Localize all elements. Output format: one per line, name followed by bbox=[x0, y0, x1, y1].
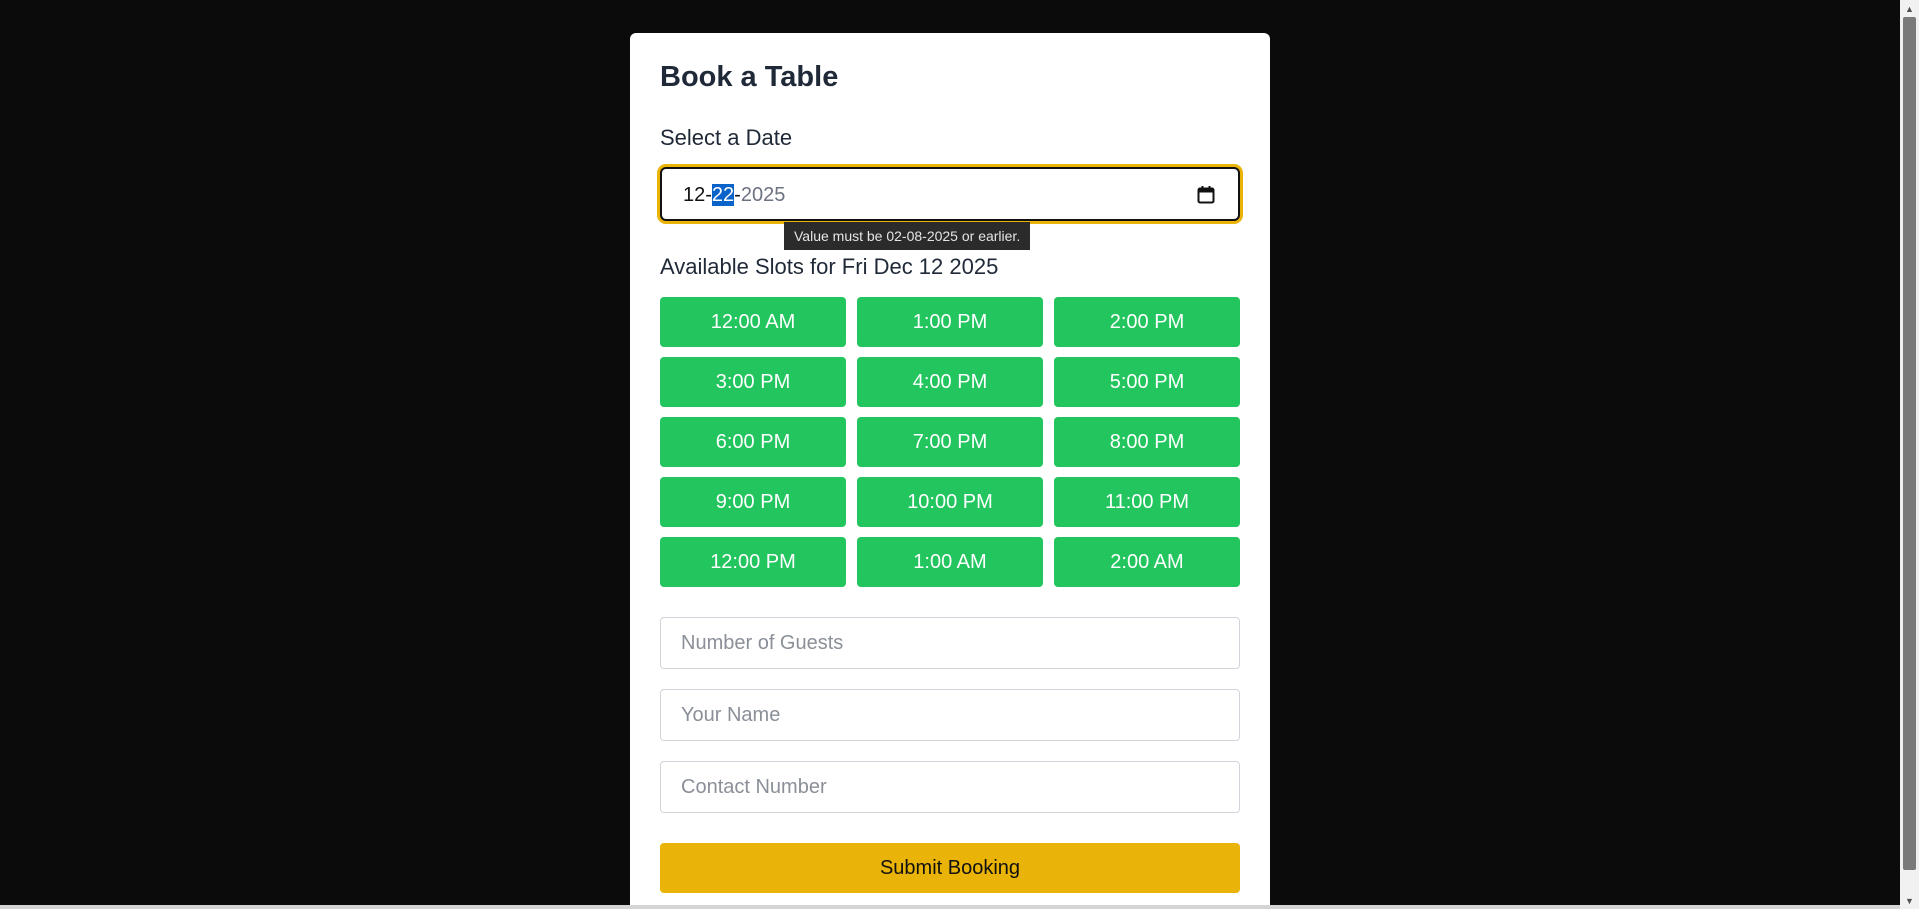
submit-booking-button[interactable]: Submit Booking bbox=[660, 843, 1240, 893]
vertical-scrollbar[interactable]: ▲ ▼ bbox=[1900, 0, 1919, 909]
date-label: Select a Date bbox=[660, 125, 793, 150]
date-separator: - bbox=[705, 184, 712, 206]
page-title: Book a Table bbox=[660, 61, 839, 93]
slots-heading: Available Slots for Fri Dec 12 2025 bbox=[660, 254, 999, 279]
time-slot-button[interactable]: 5:00 PM bbox=[1054, 357, 1240, 407]
time-slot-button[interactable]: 10:00 PM bbox=[857, 477, 1043, 527]
time-slot-button[interactable]: 2:00 PM bbox=[1054, 297, 1240, 347]
time-slot-button[interactable]: 2:00 AM bbox=[1054, 537, 1240, 587]
scroll-up-arrow-icon[interactable]: ▲ bbox=[1900, 0, 1919, 17]
time-slot-button[interactable]: 8:00 PM bbox=[1054, 417, 1240, 467]
time-slot-button[interactable]: 12:00 PM bbox=[660, 537, 846, 587]
date-value[interactable]: 12-22-2025 bbox=[683, 183, 785, 207]
time-slot-button[interactable]: 11:00 PM bbox=[1054, 477, 1240, 527]
booking-card: Book a Table Select a Date 12-22-2025 Va… bbox=[630, 33, 1270, 905]
calendar-icon[interactable] bbox=[1196, 185, 1216, 205]
time-slot-button[interactable]: 9:00 PM bbox=[660, 477, 846, 527]
time-slot-button[interactable]: 6:00 PM bbox=[660, 417, 846, 467]
validation-tooltip: Value must be 02-08-2025 or earlier. bbox=[784, 222, 1031, 250]
time-slot-button[interactable]: 1:00 AM bbox=[857, 537, 1043, 587]
date-month-segment[interactable]: 12 bbox=[683, 184, 705, 206]
date-input[interactable]: 12-22-2025 bbox=[660, 167, 1240, 221]
name-input[interactable] bbox=[660, 689, 1240, 741]
date-year-segment[interactable]: 2025 bbox=[741, 184, 786, 206]
time-slot-button[interactable]: 7:00 PM bbox=[857, 417, 1043, 467]
time-slots-grid: 12:00 AM 1:00 PM 2:00 PM 3:00 PM 4:00 PM… bbox=[660, 297, 1240, 587]
time-slot-button[interactable]: 4:00 PM bbox=[857, 357, 1043, 407]
time-slot-button[interactable]: 1:00 PM bbox=[857, 297, 1043, 347]
date-separator: - bbox=[734, 184, 741, 206]
guests-input[interactable] bbox=[660, 617, 1240, 669]
contact-number-input[interactable] bbox=[660, 761, 1240, 813]
page-viewport: Book a Table Select a Date 12-22-2025 Va… bbox=[0, 0, 1900, 905]
scrollbar-thumb[interactable] bbox=[1903, 17, 1916, 870]
scroll-down-arrow-icon[interactable]: ▼ bbox=[1900, 892, 1919, 909]
time-slot-button[interactable]: 3:00 PM bbox=[660, 357, 846, 407]
horizontal-scrollbar-track bbox=[0, 905, 1900, 909]
time-slot-button[interactable]: 12:00 AM bbox=[660, 297, 846, 347]
date-day-segment[interactable]: 22 bbox=[711, 184, 735, 206]
